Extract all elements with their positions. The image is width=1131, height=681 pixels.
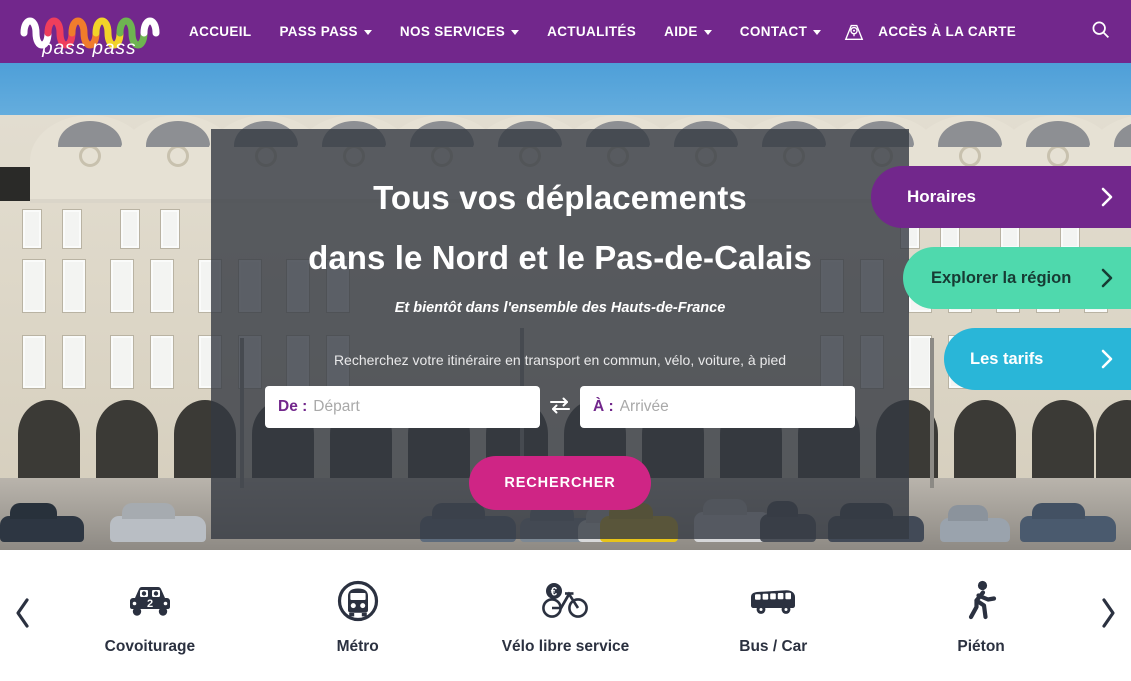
nav-nos-services-label: NOS SERVICES xyxy=(399,24,506,39)
nav-nos-services[interactable]: NOS SERVICES xyxy=(386,0,533,63)
pass-pass-logo[interactable]: pass pass xyxy=(0,0,175,63)
chevron-down-icon xyxy=(511,30,520,35)
svg-text:2: 2 xyxy=(147,598,153,610)
mode-bus-car[interactable]: Bus / Car xyxy=(688,576,858,656)
mode-metro-label: Métro xyxy=(336,637,379,655)
mode-velo-label: Vélo libre service xyxy=(501,637,630,655)
bike-share-euro-icon: € xyxy=(539,576,591,626)
chevron-down-icon xyxy=(363,30,372,35)
departure-input[interactable] xyxy=(313,398,527,417)
nav-contact-label: CONTACT xyxy=(739,24,808,39)
chevron-left-icon xyxy=(12,596,34,635)
hero-search-prompt: Recherchez votre itinéraire en transport… xyxy=(333,352,787,369)
pill-les-tarifs-label: Les tarifs xyxy=(970,349,1044,368)
chevron-right-icon xyxy=(1100,186,1115,208)
mode-pieton-label: Piéton xyxy=(957,637,1005,655)
svg-text:€: € xyxy=(551,586,558,598)
nav-acces-carte[interactable]: ACCÈS À LA CARTE xyxy=(835,0,1030,63)
chevron-right-icon xyxy=(1097,596,1119,635)
mode-bus-car-label: Bus / Car xyxy=(739,637,808,655)
main-navigation: ACCUEIL PASS PASS NOS SERVICES ACTUALITÉ… xyxy=(175,0,1131,63)
nav-actualites[interactable]: ACTUALITÉS xyxy=(533,0,650,63)
nav-actualites-label: ACTUALITÉS xyxy=(547,24,637,39)
nav-accueil[interactable]: ACCUEIL xyxy=(175,0,265,63)
mode-covoiturage-label: Covoiturage xyxy=(104,637,196,655)
nav-acces-carte-label: ACCÈS À LA CARTE xyxy=(878,24,1017,39)
bus-icon xyxy=(748,576,798,626)
chevron-down-icon xyxy=(703,30,712,35)
nav-aide[interactable]: AIDE xyxy=(650,0,726,63)
arrival-field[interactable]: À : xyxy=(580,386,855,429)
header-search-button[interactable] xyxy=(1080,0,1131,63)
search-icon xyxy=(1090,19,1111,45)
hero-section: Tous vos déplacements dans le Nord et le… xyxy=(0,63,1131,550)
pedestrian-walk-icon xyxy=(963,576,999,626)
hero-title: Tous vos déplacements dans le Nord et le… xyxy=(211,181,909,274)
pill-explorer-region[interactable]: Explorer la région xyxy=(903,247,1131,309)
chevron-right-icon xyxy=(1100,267,1115,289)
mode-metro[interactable]: Métro xyxy=(273,576,443,656)
mode-velo-libre-service[interactable]: € Vélo libre service xyxy=(480,576,650,656)
site-header: pass pass ACCUEIL PASS PASS NOS SERVICES… xyxy=(0,0,1131,63)
nav-pass-pass-label: PASS PASS xyxy=(279,24,358,39)
hero-title-line1: Tous vos déplacements xyxy=(373,179,747,216)
departure-label: De : xyxy=(278,398,308,416)
hero-subtitle: Et bientôt dans l'ensemble des Hauts-de-… xyxy=(394,300,726,317)
itinerary-fields: De : À : xyxy=(211,386,909,429)
nav-accueil-label: ACCUEIL xyxy=(189,24,252,39)
swap-arrows-icon xyxy=(548,395,572,420)
quick-links: Horaires Explorer la région Les tarifs xyxy=(871,166,1131,390)
swap-endpoints-button[interactable] xyxy=(540,395,580,420)
nav-aide-label: AIDE xyxy=(664,24,698,39)
metro-train-icon xyxy=(337,576,379,626)
search-submit-button[interactable]: RECHERCHER xyxy=(469,456,651,511)
carousel-prev-button[interactable] xyxy=(0,596,46,635)
pill-les-tarifs[interactable]: Les tarifs xyxy=(944,328,1131,390)
nav-pass-pass[interactable]: PASS PASS xyxy=(265,0,385,63)
departure-field[interactable]: De : xyxy=(265,386,540,429)
nav-contact[interactable]: CONTACT xyxy=(726,0,835,63)
transport-modes-carousel: 2 Covoiturage Métro € Vélo libre service… xyxy=(0,550,1131,681)
mode-covoiturage[interactable]: 2 Covoiturage xyxy=(65,576,235,656)
carousel-next-button[interactable] xyxy=(1085,596,1131,635)
mode-pieton[interactable]: Piéton xyxy=(896,576,1066,656)
chevron-down-icon xyxy=(813,30,822,35)
arrival-input[interactable] xyxy=(619,398,842,417)
logo-wordmark: pass pass xyxy=(41,38,137,57)
hero-search-panel: Tous vos déplacements dans le Nord et le… xyxy=(211,129,909,539)
pill-horaires[interactable]: Horaires xyxy=(871,166,1131,228)
carpool-car-icon: 2 xyxy=(128,576,172,626)
transport-modes-list: 2 Covoiturage Métro € Vélo libre service… xyxy=(46,576,1085,656)
pill-explorer-region-label: Explorer la région xyxy=(931,268,1072,287)
hero-title-line2: dans le Nord et le Pas-de-Calais xyxy=(308,238,812,276)
map-pin-icon xyxy=(843,21,865,43)
pill-horaires-label: Horaires xyxy=(907,187,976,206)
arrival-label: À : xyxy=(593,398,614,416)
chevron-right-icon xyxy=(1100,348,1115,370)
